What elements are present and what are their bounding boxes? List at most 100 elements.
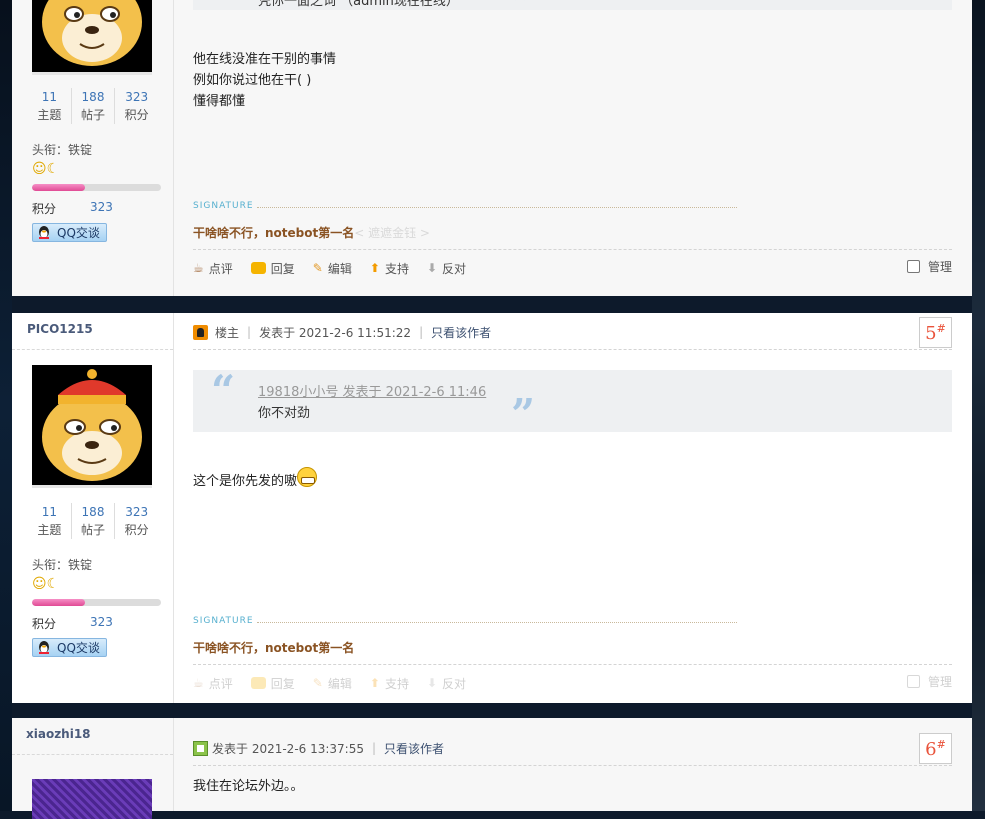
thread-starter-badge: 楼主 xyxy=(215,325,240,340)
rate-label: 点评 xyxy=(208,261,233,276)
post-message: 这个是你先发的嗷 xyxy=(193,467,318,492)
signature-label: SIGNATURE xyxy=(193,201,254,211)
rate-button[interactable]: ☕ 点评 xyxy=(193,260,233,277)
actions-divider xyxy=(193,249,952,250)
arrow-up-icon: ⬆ xyxy=(369,676,380,690)
coffee-cup-icon: ☕ xyxy=(193,676,204,690)
manage-checkbox[interactable] xyxy=(906,675,920,688)
edit-button[interactable]: ✎ 编辑 xyxy=(313,675,352,692)
avatar[interactable] xyxy=(32,365,152,485)
meta-divider xyxy=(193,349,952,350)
signature-link[interactable]: < 遮遮金钰 > xyxy=(354,226,430,240)
message-line: 他在线没准在干别的事情 xyxy=(193,52,337,67)
stat-posts[interactable]: 188 帖子 xyxy=(70,503,115,539)
oppose-label: 反对 xyxy=(442,261,467,276)
avatar[interactable] xyxy=(32,779,152,819)
points-label: 积分 xyxy=(32,617,57,631)
message-line: 例如你说过他在干( ) xyxy=(193,73,312,88)
author-name[interactable]: PICO1215 xyxy=(27,322,93,336)
qq-penguin-icon xyxy=(39,641,49,654)
manage-toggle[interactable]: 管理 xyxy=(906,673,952,690)
pencil-icon: ✎ xyxy=(312,676,323,690)
only-author-link[interactable]: 只看该作者 xyxy=(431,324,491,341)
quote-block: ” 凭你一面之词 （admin现在在线） xyxy=(193,0,952,29)
support-button[interactable]: ⬆ 支持 xyxy=(370,260,409,277)
post-icon xyxy=(193,740,208,756)
qq-chat-button[interactable]: QQ交谈 xyxy=(32,223,107,242)
quote-text: 你不对劲 xyxy=(258,406,311,421)
doge-hat-avatar-image xyxy=(32,365,152,485)
points-row: 积分 323 xyxy=(32,615,122,632)
qq-chat-label: QQ交谈 xyxy=(57,641,100,655)
manage-toggle[interactable]: 管理 xyxy=(906,258,952,275)
post-message: 我住在论坛外边。。 xyxy=(193,779,304,794)
floor-number-value: 5 xyxy=(925,323,937,344)
moon-icon: ☾ xyxy=(46,576,60,592)
manage-checkbox[interactable] xyxy=(906,260,920,273)
author-name-divider xyxy=(12,754,173,755)
author-panel: PICO1215 11 主题 188 帖子 323 积分 头衔：铁锭 ☺☾ 积分… xyxy=(12,313,174,703)
post-timestamp: 发表于 2021-2-6 11:51:22 xyxy=(259,325,412,340)
arrow-up-icon: ⬆ xyxy=(369,261,380,275)
post-meta: 楼主 | 发表于 2021-2-6 11:51:22 | 只看该作者 xyxy=(193,322,491,342)
level-icons: ☺☾ xyxy=(32,576,59,592)
post-content: 楼主 | 发表于 2021-2-6 11:51:22 | 只看该作者 5# “ … xyxy=(193,313,952,703)
stat-threads[interactable]: 11 主题 xyxy=(28,88,71,124)
stat-points[interactable]: 323 积分 xyxy=(114,88,158,124)
page-backdrop-right xyxy=(972,0,985,811)
edit-label: 编辑 xyxy=(327,261,352,276)
stat-threads[interactable]: 11 主题 xyxy=(28,503,71,539)
meta-separator: | xyxy=(247,325,252,339)
post-content: ” 凭你一面之词 （admin现在在线） 他在线没准在干别的事情 例如你说过他在… xyxy=(193,0,952,296)
quote-source[interactable]: 19818小小号 发表于 2021-2-6 11:46 xyxy=(258,381,486,400)
reply-button[interactable]: 回复 xyxy=(250,675,295,692)
stat-posts[interactable]: 188 帖子 xyxy=(70,88,115,124)
pencil-icon: ✎ xyxy=(312,261,323,275)
qq-penguin-icon xyxy=(39,226,49,239)
signature-text: 干啥啥不行，notebot第一名< 遮遮金钰 > xyxy=(193,224,430,241)
rate-label: 点评 xyxy=(208,676,233,691)
post-timestamp: 发表于 2021-2-6 13:37:55 xyxy=(212,741,364,756)
oppose-button[interactable]: ⬇ 反对 xyxy=(427,675,466,692)
quote-block: “ 19818小小号 发表于 2021-2-6 11:46 你不对劲 ” xyxy=(193,366,952,439)
avatar[interactable] xyxy=(32,0,152,72)
level-progress-bar xyxy=(32,599,161,606)
arrow-down-icon: ⬇ xyxy=(426,261,438,275)
reply-button[interactable]: 回复 xyxy=(250,260,295,277)
meta-separator: | xyxy=(419,325,424,339)
author-title: 头衔：铁锭 xyxy=(32,143,93,157)
only-author-link[interactable]: 只看该作者 xyxy=(384,740,444,757)
message-text: 这个是你先发的嗷 xyxy=(193,474,298,489)
qq-chat-label: QQ交谈 xyxy=(57,226,100,240)
speech-bubble-icon xyxy=(250,677,266,689)
close-quote-icon: ” xyxy=(511,0,536,29)
stat-points[interactable]: 323 积分 xyxy=(114,503,158,539)
meta-separator: | xyxy=(372,741,377,755)
edit-button[interactable]: ✎ 编辑 xyxy=(313,260,352,277)
author-name-divider xyxy=(12,349,173,350)
floor-number[interactable]: 5# xyxy=(919,317,952,348)
post-4: 11 主题 188 帖子 323 积分 头衔：铁锭 ☺☾ 积分 323 QQ交谈 ” … xyxy=(12,0,972,296)
close-quote-icon: ” xyxy=(511,390,536,439)
post-actions: ☕ 点评 回复 ✎ 编辑 ⬆ 支持 ⬇ 反对 管理 xyxy=(193,258,952,278)
floor-mark: # xyxy=(936,738,946,751)
moon-icon: ☾ xyxy=(46,161,60,177)
post-5: PICO1215 11 主题 188 帖子 323 积分 头衔：铁锭 ☺☾ 积分… xyxy=(12,313,972,703)
oppose-label: 反对 xyxy=(442,676,467,691)
oppose-button[interactable]: ⬇ 反对 xyxy=(427,260,466,277)
author-stats: 11 主题 188 帖子 323 积分 xyxy=(28,503,158,539)
floor-number[interactable]: 6# xyxy=(919,733,952,764)
actions-divider xyxy=(193,664,952,665)
support-button[interactable]: ⬆ 支持 xyxy=(370,675,409,692)
floor-number-value: 6 xyxy=(925,739,937,760)
qq-chat-button[interactable]: QQ交谈 xyxy=(32,638,107,657)
smiley-icon: ☺ xyxy=(32,576,47,592)
manage-label: 管理 xyxy=(927,675,952,689)
avatar-pixel-art xyxy=(32,779,152,819)
signature-content: 干啥啥不行，notebot第一名 xyxy=(193,226,355,240)
rate-button[interactable]: ☕ 点评 xyxy=(193,675,233,692)
signature-text: 干啥啥不行，notebot第一名 xyxy=(193,641,355,655)
post-actions: ☕ 点评 回复 ✎ 编辑 ⬆ 支持 ⬇ 反对 管理 xyxy=(193,673,952,693)
author-name[interactable]: xiaozhi18 xyxy=(26,727,91,741)
signature-divider xyxy=(257,622,737,623)
